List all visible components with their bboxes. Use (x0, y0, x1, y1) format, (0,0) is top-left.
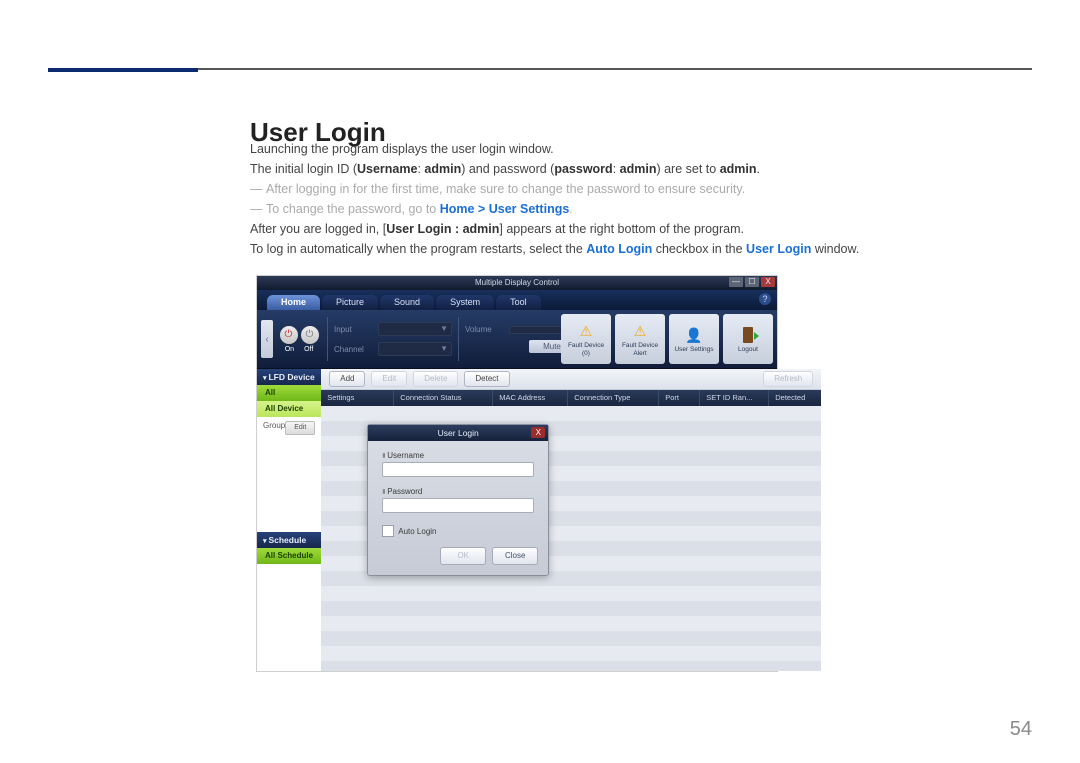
col-conn-status[interactable]: Connection Status (394, 390, 493, 406)
dialog-titlebar: User Login X (368, 425, 548, 441)
tab-sound[interactable]: Sound (380, 295, 434, 310)
main-toolbar: Add Edit Delete Detect Refresh (321, 369, 821, 390)
auto-login-checkbox[interactable] (382, 525, 394, 537)
page-number: 54 (1010, 718, 1032, 741)
dialog-close-button[interactable]: X (531, 427, 545, 438)
sidebar-group-panel: Group Edit (257, 417, 321, 532)
main-panel: Add Edit Delete Detect Refresh Settings … (321, 369, 821, 671)
tab-home[interactable]: Home (267, 295, 320, 310)
sidebar-all-schedule-list[interactable]: All Schedule List (257, 548, 321, 564)
ribbon-label: Logout (738, 346, 758, 353)
col-mac[interactable]: MAC Address (493, 390, 568, 406)
col-setid[interactable]: SET ID Ran... (700, 390, 769, 406)
logged-in-text: After you are logged in, [User Login : a… (250, 220, 744, 239)
username-label: Username (382, 451, 534, 460)
ribbon-label: Fault Device (568, 342, 604, 349)
warning-icon: ⚠ (576, 321, 596, 341)
power-on-button[interactable]: ⏻ (280, 326, 298, 344)
ribbon: ‹ ⏻ ⏻ On Off Input ▼ (257, 310, 777, 369)
channel-label: Channel (334, 345, 374, 354)
menu-tabs: Home Picture Sound System Tool ? (257, 290, 777, 310)
col-port[interactable]: Port (659, 390, 700, 406)
sidebar-header-schedule[interactable]: Schedule (257, 532, 321, 548)
col-settings[interactable]: Settings (321, 390, 394, 406)
tab-picture[interactable]: Picture (322, 295, 378, 310)
delete-button[interactable]: Delete (413, 371, 458, 387)
input-label: Input (334, 325, 374, 334)
channel-dropdown[interactable]: ▼ (378, 342, 452, 356)
dialog-title: User Login (438, 428, 479, 438)
detect-button[interactable]: Detect (464, 371, 509, 387)
refresh-button[interactable]: Refresh (763, 371, 813, 387)
header-accent (48, 68, 198, 72)
auto-login-text: To log in automatically when the program… (250, 240, 859, 259)
help-button[interactable]: ? (759, 293, 771, 305)
user-login-dialog: User Login X Username Password (367, 424, 549, 576)
auto-login-label: Auto Login (398, 527, 436, 536)
intro-text: Launching the program displays the user … (250, 140, 554, 159)
ribbon-user-settings[interactable]: 👤 User Settings (669, 314, 719, 364)
chevron-down-icon: ▼ (440, 324, 448, 333)
sidebar-all-connection-list[interactable]: All Connection List (257, 385, 321, 401)
tab-system[interactable]: System (436, 295, 494, 310)
sidebar-edit-button[interactable]: Edit (285, 421, 315, 435)
close-button[interactable]: Close (492, 547, 538, 565)
col-detected[interactable]: Detected (769, 390, 821, 406)
sidebar: LFD Device All Connection List All Devic… (257, 369, 321, 671)
device-grid: User Login X Username Password (321, 406, 821, 671)
window-close-button[interactable]: X (761, 277, 775, 287)
default-credentials-text: The initial login ID (Username: admin) a… (250, 160, 760, 179)
column-headers: Settings Connection Status MAC Address C… (321, 390, 821, 406)
add-button[interactable]: Add (329, 371, 365, 387)
power-on-label: On (285, 346, 294, 353)
ribbon-fault-alert[interactable]: ⚠ Fault Device Alert (615, 314, 665, 364)
ribbon-nav-left[interactable]: ‹ (261, 320, 273, 358)
window-title: Multiple Display Control (475, 278, 559, 287)
ribbon-fault-device[interactable]: ⚠ Fault Device (0) (561, 314, 611, 364)
input-dropdown[interactable]: ▼ (378, 322, 452, 336)
tab-tool[interactable]: Tool (496, 295, 541, 310)
ribbon-sep-1 (327, 317, 328, 361)
username-input[interactable] (382, 462, 534, 477)
note-path: To change the password, go to Home > Use… (250, 200, 573, 219)
volume-label: Volume (465, 325, 505, 334)
window-minimize-button[interactable]: — (729, 277, 743, 287)
window-titlebar: Multiple Display Control — ☐ X (257, 276, 777, 290)
warning-icon: ⚠ (630, 321, 650, 341)
note-change-password: After logging in for the first time, mak… (250, 180, 745, 199)
app-screenshot: Multiple Display Control — ☐ X Home Pict… (256, 275, 778, 672)
ribbon-logout[interactable]: Logout (723, 314, 773, 364)
sidebar-all-device-list[interactable]: All Device List(0) (257, 401, 321, 417)
ribbon-label: User Settings (674, 346, 713, 353)
password-input[interactable] (382, 498, 534, 513)
logout-icon (738, 325, 758, 345)
col-conn-type[interactable]: Connection Type (568, 390, 659, 406)
sidebar-header-lfd[interactable]: LFD Device (257, 369, 321, 385)
edit-button[interactable]: Edit (371, 371, 407, 387)
chevron-down-icon: ▼ (440, 344, 448, 353)
user-icon: 👤 (684, 325, 704, 345)
power-off-button[interactable]: ⏻ (301, 326, 319, 344)
password-label: Password (382, 487, 534, 496)
sidebar-schedule-panel (257, 564, 321, 671)
power-off-label: Off (304, 346, 313, 353)
ribbon-sublabel: (0) (582, 350, 590, 357)
ok-button[interactable]: OK (440, 547, 486, 565)
window-maximize-button[interactable]: ☐ (745, 277, 759, 287)
ribbon-label: Fault Device (622, 342, 658, 349)
ribbon-sep-2 (458, 317, 459, 361)
ribbon-sublabel: Alert (633, 350, 646, 357)
sidebar-group-label: Group (263, 421, 285, 430)
